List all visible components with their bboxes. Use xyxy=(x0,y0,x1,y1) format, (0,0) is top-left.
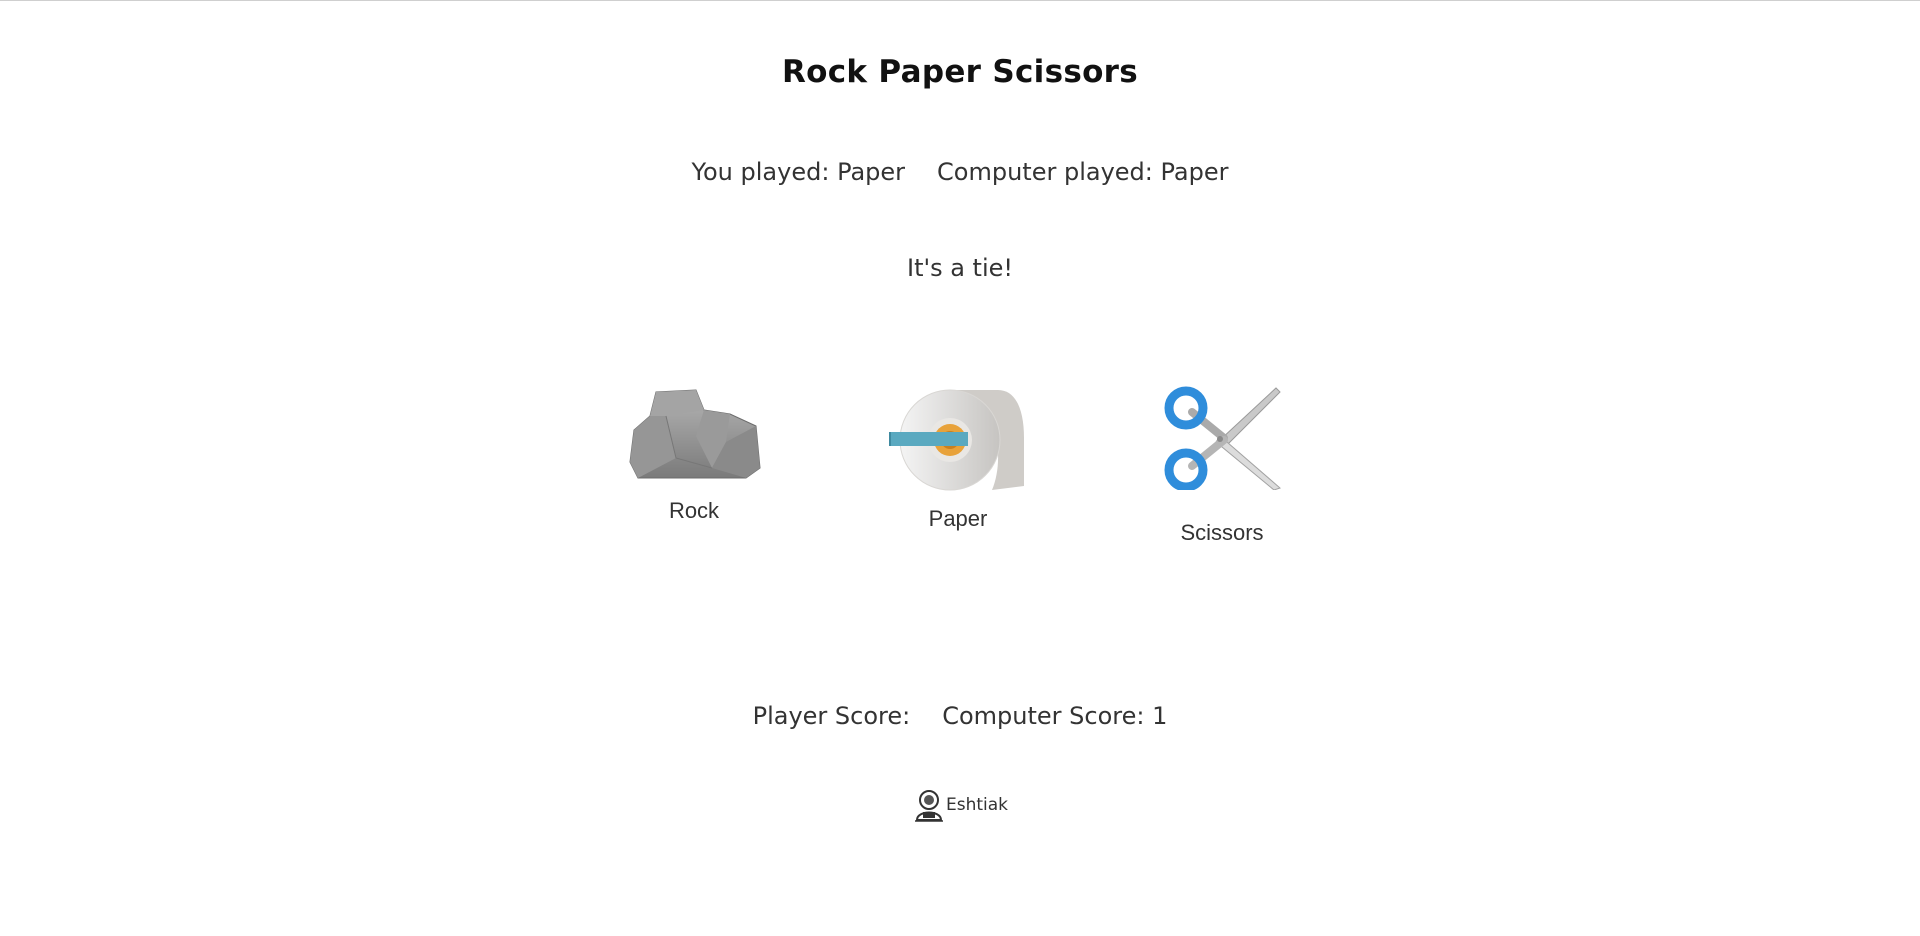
scissors-icon xyxy=(1164,386,1281,490)
game-page: Rock Paper Scissors You played: Paper Co… xyxy=(0,0,1920,936)
rock-label: Rock xyxy=(668,498,720,523)
plays-row: You played: Paper Computer played: Paper xyxy=(0,158,1920,186)
computer-played-value: Paper xyxy=(1160,158,1229,186)
computer-score-label: Computer Score: xyxy=(942,702,1145,730)
computer-played-label: Computer played: xyxy=(937,158,1153,186)
top-divider xyxy=(0,0,1920,1)
scoreboard: Player Score: Computer Score: 1 xyxy=(0,702,1920,730)
paper-label: Paper xyxy=(928,506,988,531)
paper-button[interactable]: Paper xyxy=(884,386,1032,532)
author-name: Eshtiak xyxy=(945,795,1009,815)
rock-icon xyxy=(629,389,761,479)
player-played-value: Paper xyxy=(837,158,906,186)
player-score-label: Player Score: xyxy=(752,702,911,730)
player-score: Player Score: xyxy=(753,702,911,730)
player-played-label: You played: xyxy=(691,158,830,186)
author-credit-link[interactable]: Eshtiak xyxy=(0,788,1920,822)
choice-buttons: Rock Paper Scissors xyxy=(0,386,1920,566)
computer-score: Computer Score: 1 xyxy=(942,702,1167,730)
round-result: It's a tie! xyxy=(906,254,1014,282)
computer-played: Computer played: Paper xyxy=(937,158,1228,186)
rock-button[interactable]: Rock xyxy=(620,386,768,524)
scissors-label: Scissors xyxy=(1180,520,1264,545)
scissors-button[interactable]: Scissors xyxy=(1148,386,1296,546)
player-played: You played: Paper xyxy=(692,158,906,186)
astronaut-avatar-icon xyxy=(914,790,943,822)
computer-score-value: 1 xyxy=(1152,702,1168,730)
toilet-paper-icon xyxy=(889,389,1024,491)
page-title: Rock Paper Scissors xyxy=(781,54,1139,90)
